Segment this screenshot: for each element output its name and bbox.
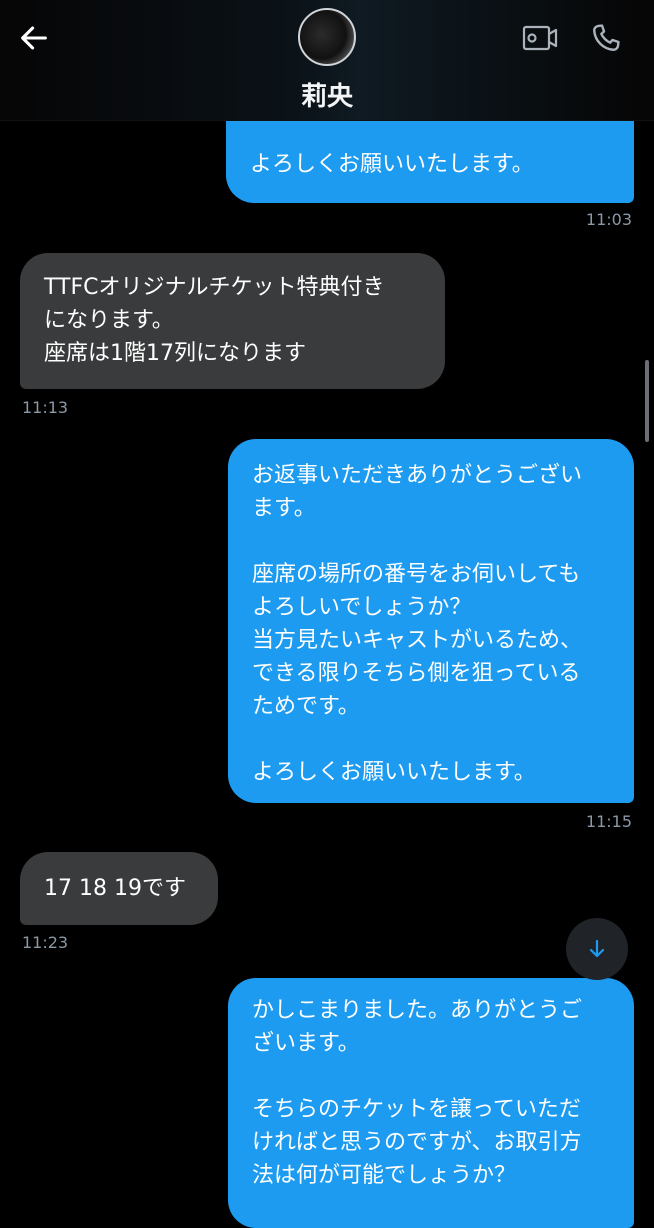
message-bubble-received[interactable]: TTFCオリジナルチケット特典付き になります。 座席は1階17列になります (20, 253, 445, 389)
back-button[interactable] (14, 18, 54, 58)
message-timestamp: 11:13 (22, 398, 69, 417)
scrollbar-thumb[interactable] (645, 360, 649, 442)
message-bubble-sent[interactable]: お返事いただきありがとうござい ます。 座席の場所の番号をお伺いしても よろしい… (228, 439, 634, 803)
video-camera-icon (522, 25, 558, 51)
contact-name[interactable]: 莉央 (0, 76, 654, 113)
message-timestamp: 11:03 (585, 210, 632, 229)
conversation-header: 莉央 (0, 0, 654, 121)
message-timestamp: 11:23 (22, 933, 69, 952)
arrow-left-icon (21, 26, 47, 50)
message-bubble-received[interactable]: 17 18 19です (20, 852, 218, 925)
message-timestamp: 11:15 (585, 812, 632, 831)
avatar[interactable] (298, 8, 356, 66)
video-call-button[interactable] (520, 18, 560, 58)
phone-icon (593, 24, 620, 51)
arrow-down-icon (589, 939, 605, 958)
voice-call-button[interactable] (586, 18, 626, 58)
scroll-to-bottom-button[interactable] (566, 918, 628, 980)
message-bubble-sent[interactable]: かしこまりました。ありがとうご ざいます。 そちらのチケットを譲っていただ けれ… (228, 978, 634, 1228)
